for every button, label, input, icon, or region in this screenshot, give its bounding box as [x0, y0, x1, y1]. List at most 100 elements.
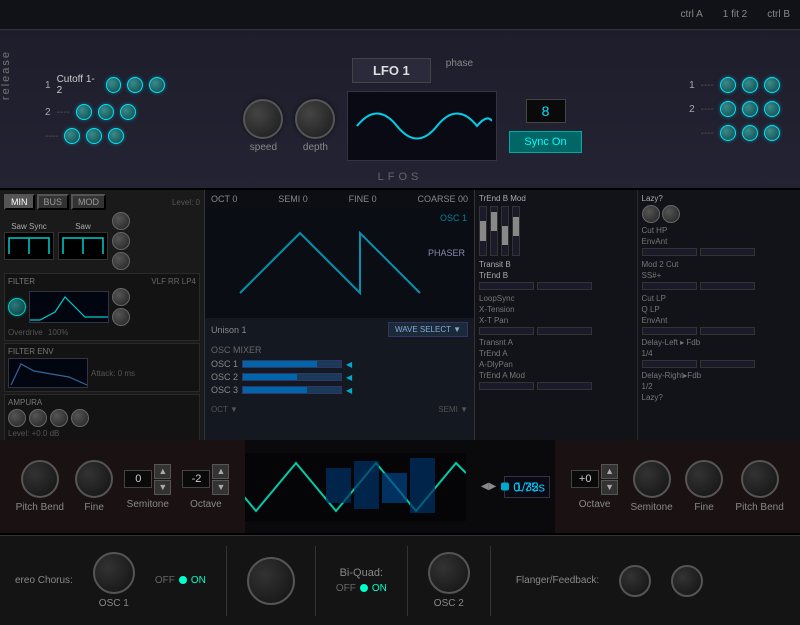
- fine-right-knob[interactable]: [685, 460, 723, 498]
- octave-right-down-btn[interactable]: ▼: [601, 480, 618, 495]
- osc1-effect-label: OSC 1: [99, 598, 129, 609]
- tab-bus[interactable]: BUS: [37, 194, 70, 210]
- right-knob-3[interactable]: [764, 77, 780, 93]
- speed-knob[interactable]: [243, 99, 283, 139]
- loop-sync-label: LoopSync: [479, 294, 633, 303]
- lfo-param-row-2: 2 ----: [45, 104, 165, 120]
- r-slider-4[interactable]: [700, 282, 755, 290]
- slider-h-5[interactable]: [479, 382, 534, 390]
- flanger-knob-1-ctrl[interactable]: [619, 565, 651, 597]
- stereo-chorus-label: ereo Chorus:: [15, 575, 73, 586]
- osc1-fader[interactable]: [242, 360, 342, 368]
- r-slider-6[interactable]: [700, 327, 755, 335]
- right-param-row-1: 1 ----: [660, 77, 780, 93]
- amp-knob-1[interactable]: [8, 409, 26, 427]
- tab-min[interactable]: MIN: [4, 194, 35, 210]
- r-slider-1[interactable]: [642, 248, 697, 256]
- param-knob-3[interactable]: [120, 104, 136, 120]
- osc1-knob[interactable]: [93, 552, 135, 594]
- slider-v-1-fill: [480, 221, 486, 240]
- osc1-fader-fill: [243, 361, 317, 367]
- octave-up-btn[interactable]: ▲: [212, 464, 229, 479]
- right-knob-8[interactable]: [742, 125, 758, 141]
- osc-knob-3[interactable]: [112, 252, 130, 270]
- right-knob-1[interactable]: [720, 77, 736, 93]
- sync-button[interactable]: Sync On: [509, 131, 581, 153]
- cutoff-knob-2[interactable]: [127, 77, 143, 93]
- mod-knob-1[interactable]: [642, 205, 660, 223]
- right-knob-2[interactable]: [742, 77, 758, 93]
- slider-h-2[interactable]: [537, 282, 592, 290]
- osc3-label: OSC 3: [211, 385, 238, 395]
- radio-on-1[interactable]: [179, 575, 187, 587]
- slider-v-3[interactable]: [501, 206, 509, 256]
- osc2-fader[interactable]: [242, 373, 342, 381]
- slider-v-2[interactable]: [490, 206, 498, 256]
- osc-knob-1[interactable]: [112, 212, 130, 230]
- wave-select-btn[interactable]: WAVE SELECT ▼: [388, 322, 468, 337]
- slider-h-6[interactable]: [537, 382, 592, 390]
- filter-attack: Attack: 0 ms: [91, 369, 135, 378]
- osc2-label: OSC 2: [211, 372, 238, 382]
- tab-mod[interactable]: MOD: [71, 194, 106, 210]
- semitone-right-knob[interactable]: [633, 460, 671, 498]
- overdrive-row: Overdrive 100%: [8, 328, 196, 337]
- osc2-knob[interactable]: [428, 552, 470, 594]
- section-2-label: 2: [45, 107, 51, 118]
- filter-knob-1[interactable]: [8, 298, 26, 316]
- param-knob-5[interactable]: [86, 128, 102, 144]
- filter-env-graph: [8, 358, 88, 388]
- param-knob-4[interactable]: [64, 128, 80, 144]
- section-1-label: 1: [45, 80, 51, 91]
- mod-knob-2[interactable]: [662, 205, 680, 223]
- right-knob-5[interactable]: [742, 101, 758, 117]
- param-knob-1[interactable]: [76, 104, 92, 120]
- octave-down-btn[interactable]: ▼: [212, 480, 229, 495]
- r-slider-7[interactable]: [642, 360, 697, 368]
- cutoff-knob-3[interactable]: [149, 77, 165, 93]
- fine-left-knob[interactable]: [75, 460, 113, 498]
- param-knob-6[interactable]: [108, 128, 124, 144]
- osc2-icon: ◀: [346, 373, 352, 382]
- right-knob-9[interactable]: [764, 125, 780, 141]
- biquad-radio[interactable]: [360, 583, 368, 595]
- osc-knob-2[interactable]: [112, 232, 130, 250]
- delay-left-label: Delay-Left ▸ Fdb: [642, 338, 797, 347]
- slider-v-4[interactable]: [512, 206, 520, 256]
- r-slider-3[interactable]: [642, 282, 697, 290]
- lfo-wave-area: [245, 453, 466, 521]
- release-label: release: [0, 50, 12, 100]
- pitch-bend-left-label: Pitch Bend: [16, 502, 64, 513]
- left-panel-header: MIN BUS MOD Level: 0: [4, 194, 200, 210]
- slider-h-3[interactable]: [479, 327, 534, 335]
- pitch-bend-left-knob[interactable]: [21, 460, 59, 498]
- filter-knob-2[interactable]: [112, 288, 130, 306]
- flanger-knob-2-ctrl[interactable]: [671, 565, 703, 597]
- r-slider-5[interactable]: [642, 327, 697, 335]
- amp-knob-2[interactable]: [29, 409, 47, 427]
- delay-right-label: Delay-Right▸Fdb: [642, 371, 797, 380]
- slider-h-4[interactable]: [537, 327, 592, 335]
- slider-h-1[interactable]: [479, 282, 534, 290]
- cutoff-knob-1[interactable]: [106, 77, 122, 93]
- phaser-label: PHASER: [428, 248, 465, 258]
- r-slider-8[interactable]: [700, 360, 755, 368]
- filter-knob-3[interactable]: [112, 308, 130, 326]
- filter-section: FILTER VLF RR LP4 Overdr: [4, 273, 200, 341]
- pitch-bend-right-knob[interactable]: [741, 460, 779, 498]
- amp-level: Level: +0.0 dB: [8, 429, 59, 438]
- right-knob-6[interactable]: [764, 101, 780, 117]
- octave-right-up-btn[interactable]: ▲: [601, 464, 618, 479]
- right-knob-7[interactable]: [720, 125, 736, 141]
- amp-knob-3[interactable]: [50, 409, 68, 427]
- r-slider-2[interactable]: [700, 248, 755, 256]
- amp-knob-4[interactable]: [71, 409, 89, 427]
- slider-v-1[interactable]: [479, 206, 487, 256]
- depth-knob[interactable]: [295, 99, 335, 139]
- semitone-down-btn[interactable]: ▼: [154, 480, 171, 495]
- center-knob[interactable]: [247, 557, 295, 605]
- semitone-up-btn[interactable]: ▲: [154, 464, 171, 479]
- osc3-fader[interactable]: [242, 386, 342, 394]
- right-knob-4[interactable]: [720, 101, 736, 117]
- param-knob-2[interactable]: [98, 104, 114, 120]
